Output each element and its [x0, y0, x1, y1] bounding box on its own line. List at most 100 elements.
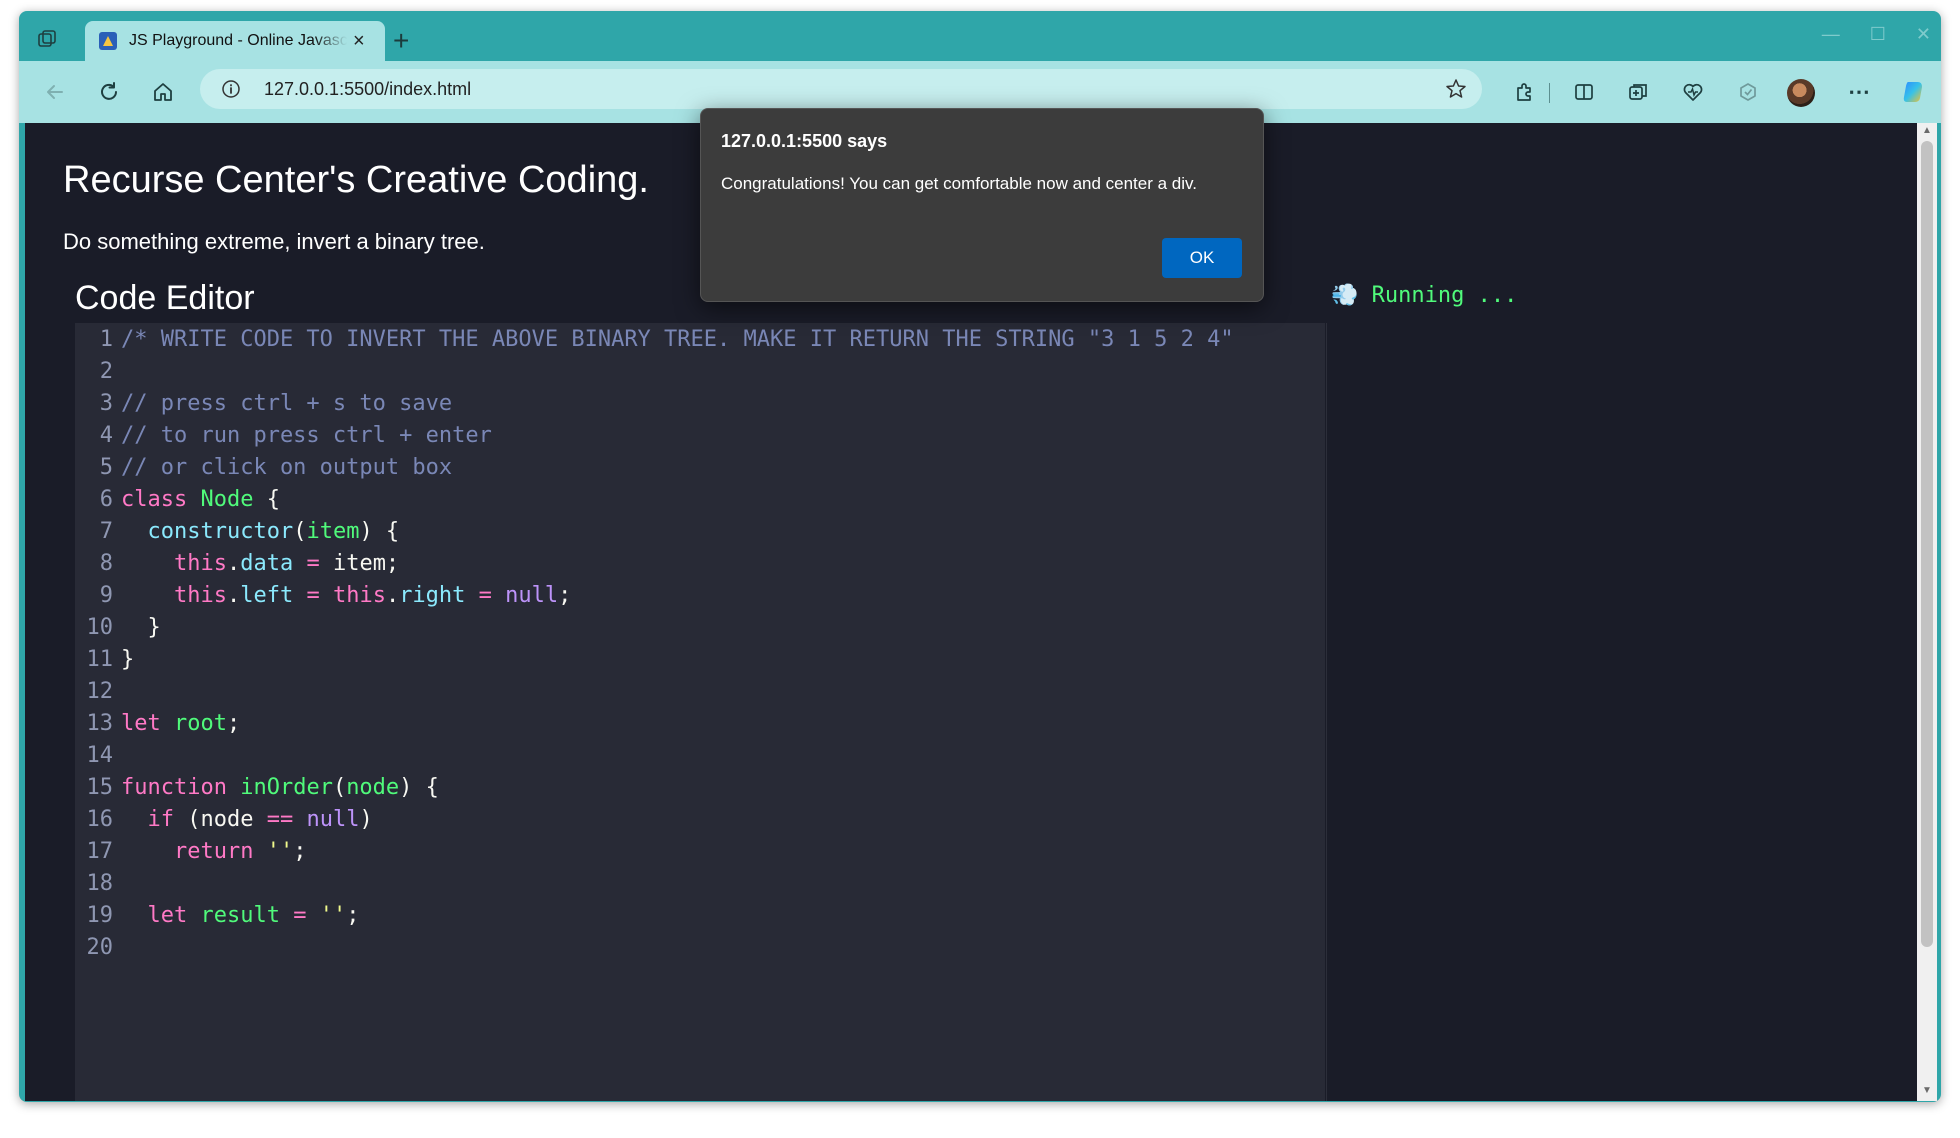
code-token: this — [173, 551, 227, 576]
code-token: ( — [293, 519, 307, 544]
scroll-down-icon[interactable]: ▼ — [1921, 1085, 1933, 1099]
code-token: = — [293, 583, 333, 608]
code-line[interactable]: 9 this.left = this.right = null; — [75, 579, 572, 611]
line-number: 8 — [99, 551, 113, 576]
code-token: ; — [293, 839, 307, 864]
minimize-icon[interactable]: — — [1822, 25, 1840, 43]
home-icon[interactable] — [147, 76, 179, 108]
output-box[interactable] — [1326, 323, 1937, 1101]
code-line[interactable]: 7 constructor(item) { — [75, 515, 399, 547]
code-token: ( — [332, 775, 347, 800]
copilot-extension-icon[interactable] — [1734, 78, 1762, 106]
page-scrollbar[interactable]: ▲ ▼ — [1917, 123, 1937, 1101]
code-editor[interactable]: 1 /* WRITE CODE TO INVERT THE ABOVE BINAR… — [75, 323, 1325, 1101]
code-token: let — [121, 711, 174, 736]
code-line[interactable]: 2 — [75, 355, 121, 387]
code-token: return — [173, 839, 254, 864]
close-tab-icon[interactable]: × — [353, 31, 365, 51]
code-line[interactable]: 19 let result = ''; — [75, 899, 360, 931]
line-number: 20 — [86, 935, 114, 960]
code-token: . — [226, 551, 241, 576]
code-token: left — [240, 583, 294, 608]
code-line[interactable]: 16 if (node == null) — [75, 803, 373, 835]
code-token: this — [173, 583, 227, 608]
line-number: 4 — [99, 423, 113, 448]
code-token: function — [121, 775, 241, 800]
code-token: result — [200, 903, 280, 928]
code-line[interactable]: 15 function inOrder(node) { — [75, 771, 439, 803]
line-number: 6 — [99, 487, 113, 512]
code-token: // to run press ctrl + enter — [121, 423, 492, 448]
output-status: 💨 Running ... — [1331, 283, 1517, 308]
code-line[interactable]: 17 return ''; — [75, 835, 307, 867]
code-token: item — [306, 519, 360, 544]
ok-button[interactable]: OK — [1162, 238, 1242, 278]
tab-js-playground[interactable]: JS Playground - Online Javascript Editor… — [85, 21, 385, 61]
code-token: /* WRITE CODE TO INVERT THE ABOVE BINARY… — [121, 327, 1234, 352]
scrollbar-thumb[interactable] — [1921, 141, 1933, 947]
code-line[interactable]: 8 this.data = item; — [75, 547, 399, 579]
code-token: } — [121, 615, 161, 640]
line-number: 5 — [99, 455, 113, 480]
more-options-icon[interactable]: ⋯ — [1845, 78, 1873, 106]
maximize-icon[interactable]: ☐ — [1870, 25, 1886, 43]
code-token: let — [147, 903, 201, 928]
code-token: (node — [174, 807, 267, 832]
code-line[interactable]: 20 — [75, 931, 121, 963]
tab-actions-icon[interactable] — [33, 25, 61, 53]
line-number: 19 — [86, 903, 114, 928]
copilot-icon[interactable] — [1899, 78, 1927, 106]
code-line[interactable]: 18 — [75, 867, 121, 899]
code-line[interactable]: 14 — [75, 739, 121, 771]
line-number: 2 — [99, 359, 113, 384]
scroll-up-icon[interactable]: ▲ — [1921, 125, 1933, 139]
code-token: == — [266, 807, 294, 832]
extensions-icon[interactable] — [1510, 78, 1538, 106]
code-line[interactable]: 5 // or click on output box — [75, 451, 452, 483]
code-token: . — [385, 583, 400, 608]
code-token: ; — [558, 583, 572, 608]
window-controls: — ☐ ✕ — [1822, 25, 1931, 43]
code-line[interactable]: 11} — [75, 643, 135, 675]
collections-icon[interactable] — [1624, 78, 1652, 106]
code-token: null — [306, 807, 360, 832]
code-token: ) — [359, 807, 373, 832]
url-text: 127.0.0.1:5500/index.html — [264, 78, 472, 99]
favorite-star-icon[interactable] — [1444, 77, 1468, 106]
close-window-icon[interactable]: ✕ — [1916, 25, 1931, 43]
line-number: 15 — [86, 775, 114, 800]
browser-essentials-icon[interactable] — [1679, 78, 1707, 106]
code-line[interactable]: 6 class Node { — [75, 483, 280, 515]
code-token: = — [293, 551, 333, 576]
code-token: // press ctrl + s to save — [121, 391, 453, 416]
code-token: ; — [346, 903, 360, 928]
code-line[interactable]: 3 // press ctrl + s to save — [75, 387, 452, 419]
code-line[interactable]: 4 // to run press ctrl + enter — [75, 419, 492, 451]
refresh-icon[interactable] — [93, 76, 125, 108]
code-token: null — [505, 583, 559, 608]
code-line[interactable]: 12 — [75, 675, 121, 707]
back-icon[interactable] — [39, 76, 71, 108]
line-number: 3 — [99, 391, 113, 416]
code-line[interactable]: 1 /* WRITE CODE TO INVERT THE ABOVE BINAR… — [75, 323, 1234, 355]
tab-strip: JS Playground - Online Javascript Editor… — [19, 11, 1941, 61]
split-screen-icon[interactable] — [1570, 78, 1598, 106]
site-info-icon[interactable] — [220, 78, 242, 100]
code-line[interactable]: 13 let root; — [75, 707, 241, 739]
line-number: 9 — [99, 583, 113, 608]
new-tab-button[interactable]: + — [393, 27, 409, 55]
line-number: 1 — [99, 327, 113, 352]
code-token: item; — [332, 551, 400, 576]
address-bar[interactable]: 127.0.0.1:5500/index.html — [200, 69, 1482, 109]
toolbar-divider — [1549, 83, 1550, 103]
alert-dialog: 127.0.0.1:5500 says Congratulations! You… — [700, 108, 1264, 302]
profile-avatar[interactable] — [1787, 79, 1815, 107]
code-line[interactable]: 10 } — [75, 611, 161, 643]
code-token: ; — [226, 711, 241, 736]
